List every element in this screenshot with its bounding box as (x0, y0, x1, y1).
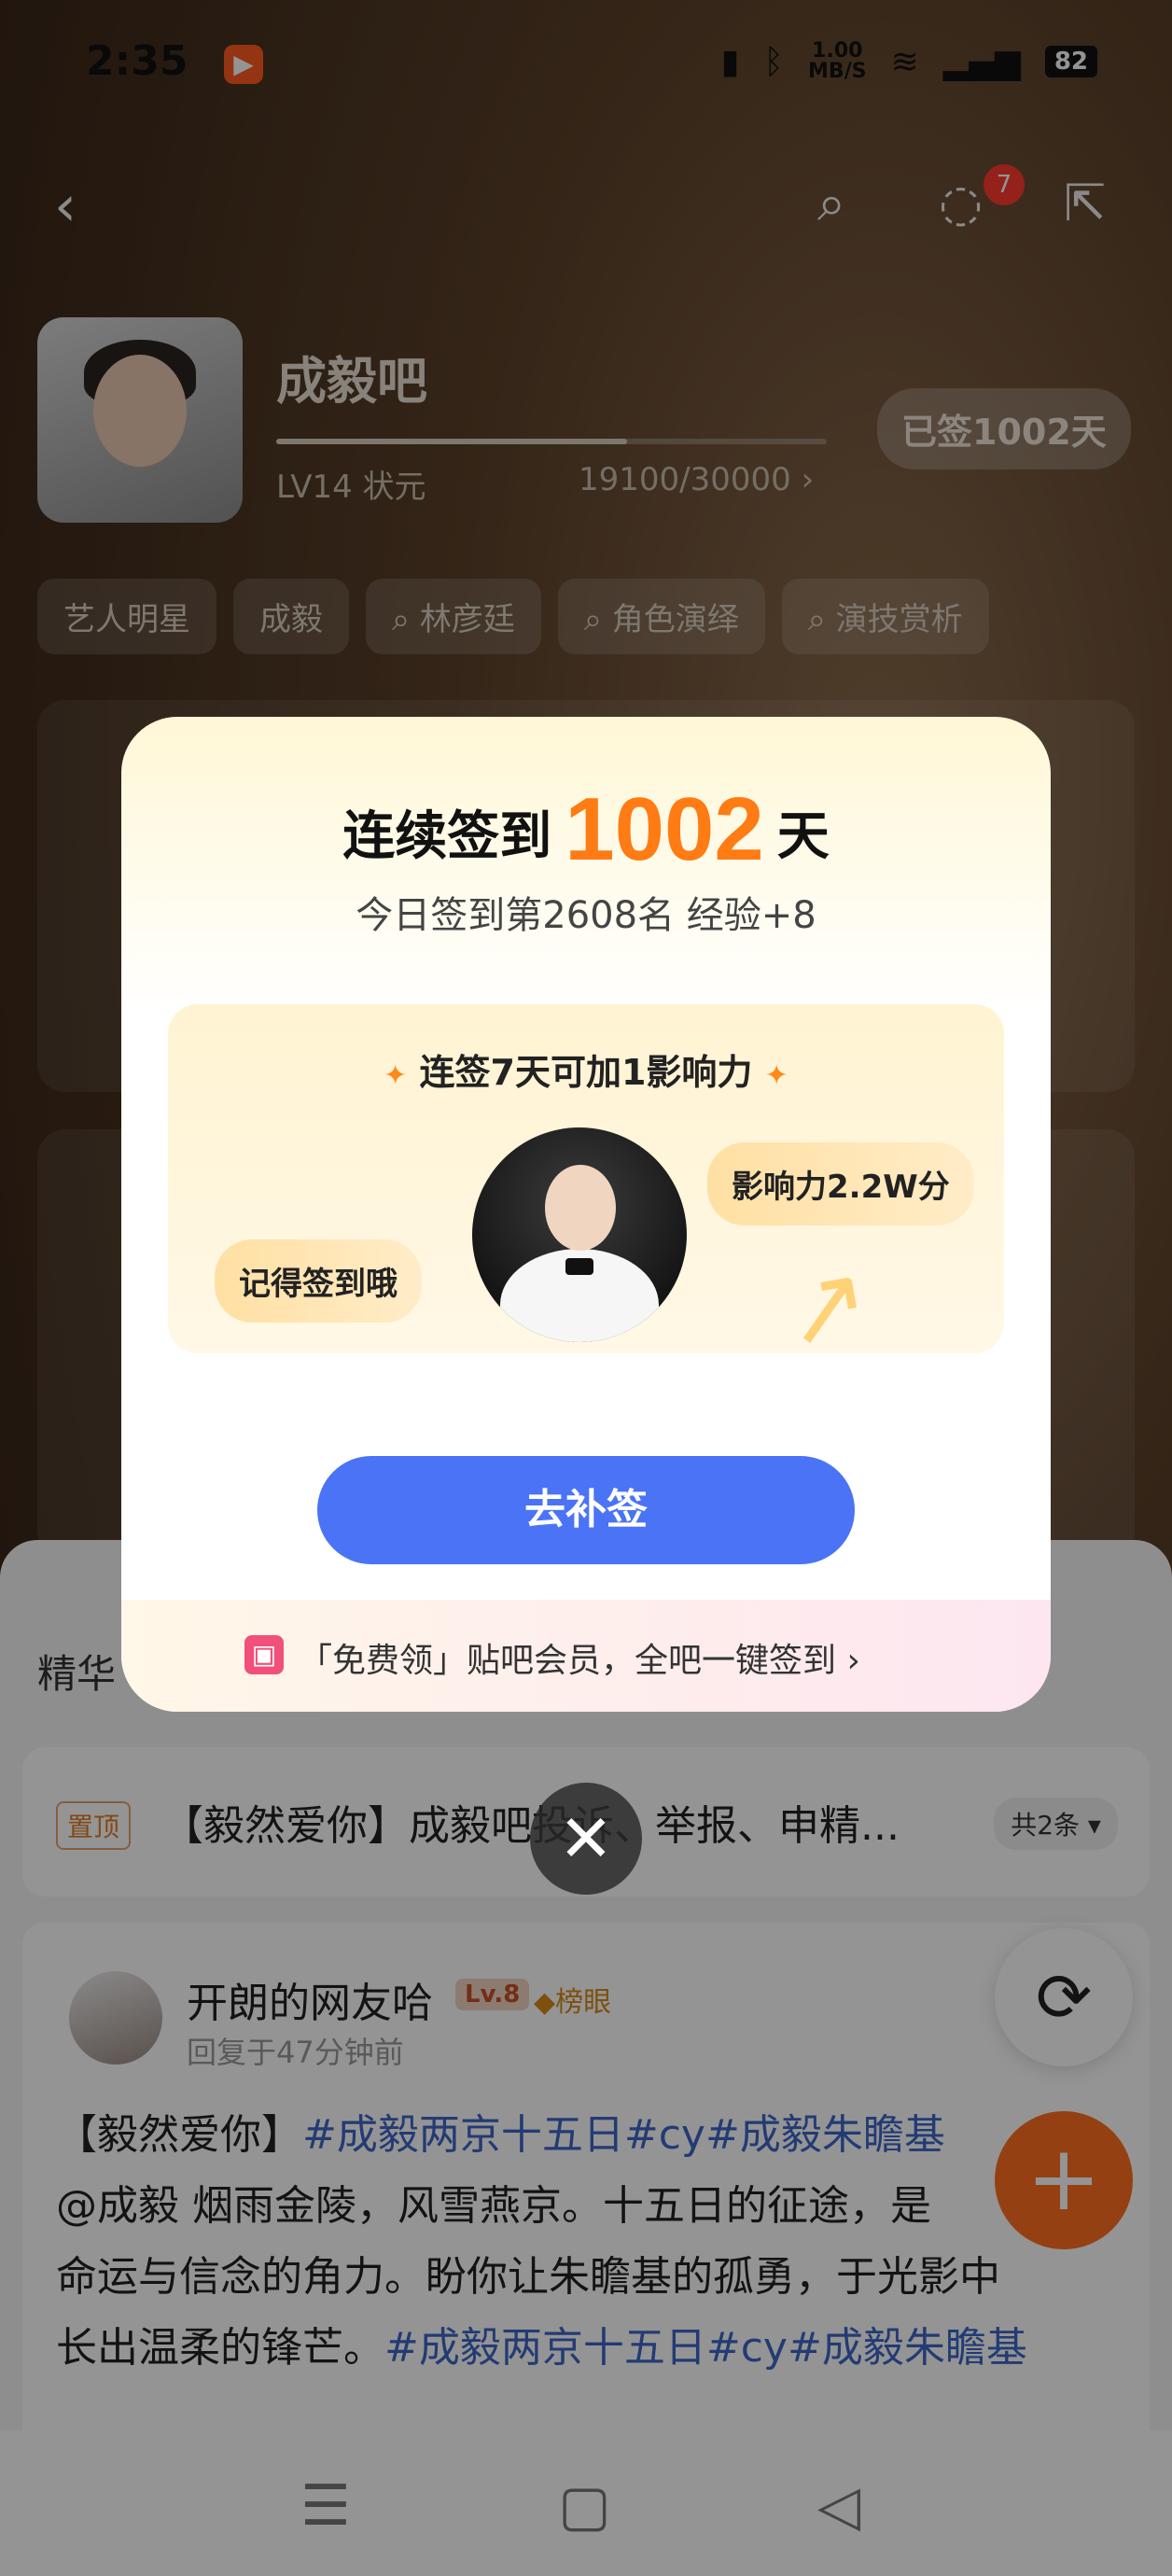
influence-bubble: 影响力2.2W分 (707, 1142, 974, 1225)
close-icon[interactable]: ✕ (530, 1783, 642, 1895)
sparkle-icon: ✦ (384, 1059, 408, 1092)
checkin-modal: 连续签到 1002 天 今日签到第2608名 经验+8 ✦ 连签7天可加1影响力 ✦… (121, 717, 1051, 1712)
streak-days: 1002 (565, 779, 764, 879)
modal-title: 连续签到 1002 天 (342, 779, 830, 879)
reward-panel: ✦ 连签7天可加1影响力 ✦ 记得签到哦 影响力2.2W分 ↗ (168, 1004, 1004, 1373)
makeup-checkin-button[interactable]: 去补签 (317, 1456, 855, 1564)
trend-arrow-icon: ↗ (774, 1239, 880, 1374)
sparkle-icon: ✦ (764, 1059, 788, 1092)
membership-promo[interactable]: ▣ 「免费领」贴吧会员，全吧一键签到 › (121, 1600, 1051, 1712)
panel-title: ✦ 连签7天可加1影响力 ✦ (384, 1052, 788, 1093)
promo-text: 「免费领」贴吧会员，全吧一键签到 › (299, 1642, 860, 1680)
celebrity-photo (472, 1127, 687, 1342)
modal-subtitle: 今日签到第2608名 经验+8 (356, 894, 816, 937)
gift-icon: ▣ (244, 1635, 284, 1674)
reminder-bubble: 记得签到哦 (215, 1239, 422, 1323)
